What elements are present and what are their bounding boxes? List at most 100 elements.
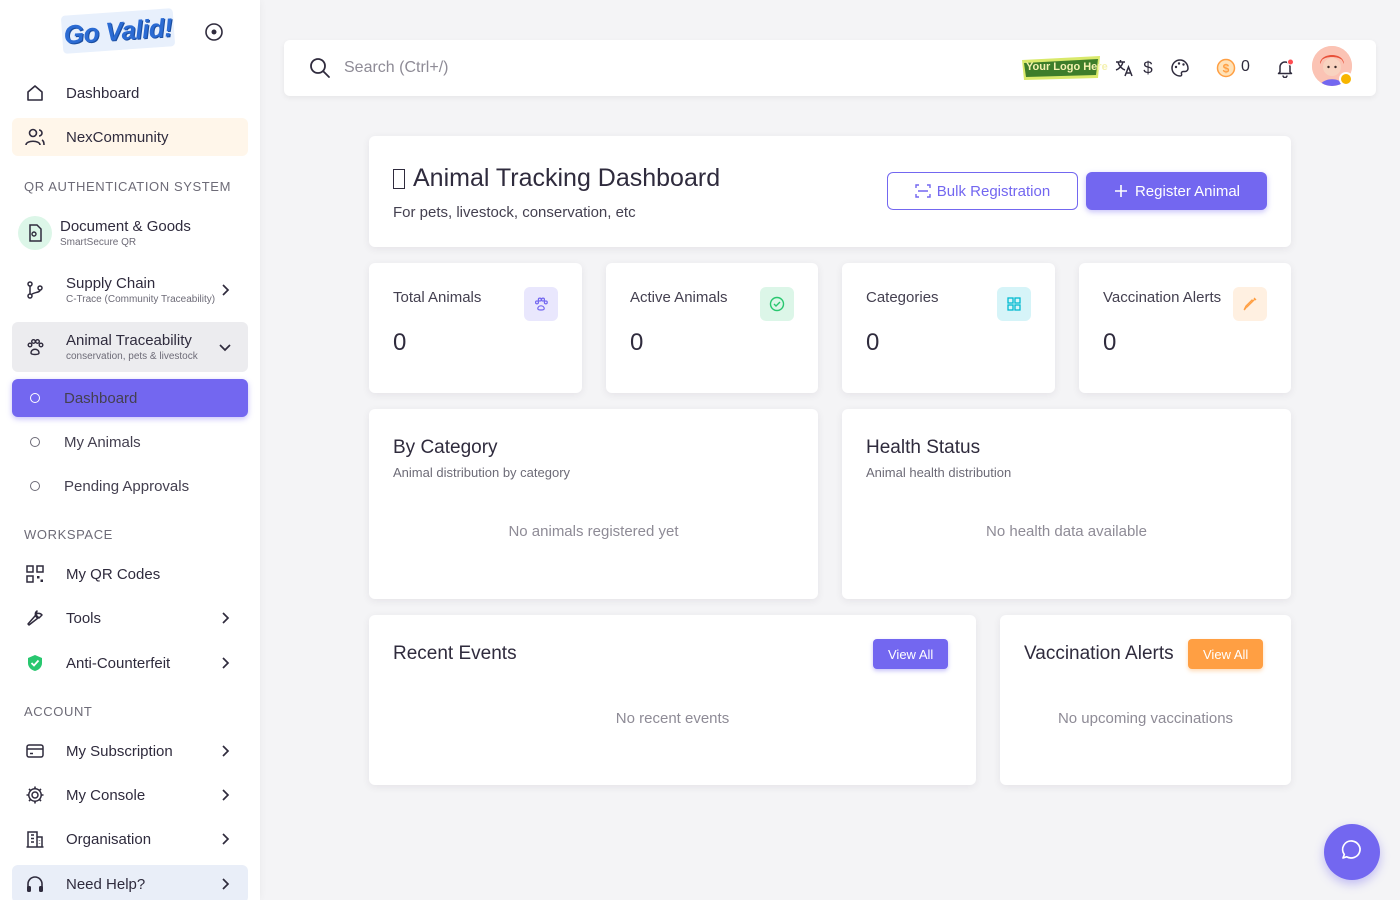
sidebar-item-tools[interactable]: Tools [12, 599, 248, 637]
sidebar-item-label: Need Help? [66, 875, 146, 893]
coin-count: 0 [1241, 58, 1250, 75]
credit-card-icon [24, 740, 46, 762]
document-icon [18, 216, 52, 250]
section-title-account: ACCOUNT [24, 704, 93, 719]
stat-card-categories: Categories 0 [842, 263, 1055, 393]
search-input[interactable] [344, 55, 844, 81]
stat-card-total-animals: Total Animals 0 [369, 263, 582, 393]
page-title-text: Animal Tracking Dashboard [413, 164, 721, 192]
sidebar-item-my-subscription[interactable]: My Subscription [12, 732, 248, 770]
panel-subtitle: Animal health distribution [866, 465, 1012, 480]
sidebar-item-label: Dashboard [66, 84, 140, 102]
brand-logo[interactable]: Go Valid! [60, 8, 176, 54]
sidebar-item-label: NexCommunity [66, 128, 169, 146]
empty-state: No animals registered yet [508, 523, 679, 540]
panel-subtitle: Animal distribution by category [393, 465, 571, 480]
sidebar-item-label: Pending Approvals [64, 477, 190, 495]
page-subtitle: For pets, livestock, conservation, etc [393, 204, 636, 221]
sidebar-subitem-dashboard[interactable]: Dashboard [12, 379, 248, 417]
sidebar-item-label: Anti-Counterfeit [66, 654, 171, 672]
sidebar-item-label: My Subscription [66, 742, 173, 760]
stat-value: 0 [630, 329, 644, 356]
missing-glyph-icon [393, 168, 405, 189]
sidebar-toggle-icon[interactable] [204, 22, 224, 42]
sidebar-item-my-qr-codes[interactable]: My QR Codes [12, 555, 248, 593]
sidebar: Go Valid! Dashboard NexCommunity QR AUTH… [0, 0, 260, 900]
sidebar-item-label: Tools [66, 609, 102, 627]
health-status-card: Health Status Animal health distribution… [842, 409, 1291, 599]
chat-button[interactable] [1324, 824, 1380, 880]
empty-state: No recent events [615, 710, 730, 727]
stat-label: Categories [866, 289, 939, 306]
chevron-right-icon [218, 788, 232, 802]
sidebar-subitem-my-animals[interactable]: My Animals [12, 423, 248, 461]
brand-name: Go Valid! [60, 8, 176, 54]
panel-title: Health Status [866, 437, 981, 458]
empty-state: No upcoming vaccinations [1057, 710, 1234, 727]
check-circle-icon [760, 287, 794, 321]
chevron-right-icon [218, 744, 232, 758]
verified-badge-icon [1339, 72, 1353, 86]
stat-value: 0 [393, 329, 407, 356]
sidebar-item-label: My Console [66, 786, 146, 804]
bulk-registration-label: Bulk Registration [936, 182, 1051, 200]
home-icon [24, 82, 46, 104]
sidebar-item-nexcommunity[interactable]: NexCommunity [12, 118, 248, 156]
sidebar-item-dashboard[interactable]: Dashboard [12, 74, 248, 112]
section-title-workspace: WORKSPACE [24, 527, 113, 542]
plus-icon [1113, 183, 1129, 199]
sidebar-item-need-help[interactable]: Need Help? [12, 865, 248, 900]
building-icon [24, 828, 46, 850]
sidebar-item-organisation[interactable]: Organisation [12, 820, 248, 858]
chat-bubble-icon [1340, 838, 1364, 867]
chevron-right-icon [218, 832, 232, 846]
translate-icon[interactable] [1112, 56, 1136, 80]
headphones-icon [24, 873, 46, 895]
stat-value: 0 [1103, 329, 1117, 356]
sidebar-subitem-pending-approvals[interactable]: Pending Approvals [12, 467, 248, 505]
sidebar-item-label: Document & Goods [60, 217, 191, 235]
circle-icon [30, 481, 40, 491]
chevron-right-icon [218, 877, 232, 891]
gear-icon [24, 784, 46, 806]
register-animal-button[interactable]: Register Animal [1086, 172, 1267, 210]
vaccination-alerts-card: Vaccination Alerts View All No upcoming … [1000, 615, 1291, 785]
sidebar-item-anti-counterfeit[interactable]: Anti-Counterfeit [12, 644, 248, 682]
palette-icon[interactable] [1168, 56, 1192, 80]
sidebar-item-label: Animal Traceability [66, 331, 192, 349]
register-animal-label: Register Animal [1134, 182, 1241, 200]
sidebar-item-animal-traceability[interactable]: Animal Traceability conservation, pets & … [12, 322, 248, 372]
section-title-qr: QR AUTHENTICATION SYSTEM [24, 179, 232, 194]
circle-icon [30, 437, 40, 447]
your-logo-text: Your Logo Here [1026, 61, 1108, 73]
grid-icon [997, 287, 1031, 321]
topbar: Your Logo Here $ $ 0 [284, 40, 1376, 96]
sidebar-item-supply-chain[interactable]: Supply Chain C-Trace (Community Traceabil… [12, 265, 248, 315]
sidebar-item-document-goods[interactable]: Document & Goods SmartSecure QR [12, 208, 248, 258]
panel-title: Recent Events [393, 643, 517, 664]
syringe-icon [1233, 287, 1267, 321]
wrench-icon [24, 607, 46, 629]
sidebar-item-my-console[interactable]: My Console [12, 776, 248, 814]
panel-title: By Category [393, 437, 498, 458]
hero-card: Animal Tracking Dashboard For pets, live… [369, 136, 1291, 247]
chevron-right-icon [218, 611, 232, 625]
sidebar-item-label: My Animals [64, 433, 141, 451]
recent-events-card: Recent Events View All No recent events [369, 615, 976, 785]
paw-icon [524, 287, 558, 321]
your-logo-badge: Your Logo Here [1020, 54, 1108, 82]
chevron-right-icon [218, 283, 232, 297]
currency-button[interactable]: $ [1136, 56, 1160, 80]
view-all-events-button[interactable]: View All [873, 639, 949, 669]
view-all-vaccinations-button[interactable]: View All [1188, 639, 1264, 669]
empty-state: No health data available [986, 523, 1147, 540]
page-title: Animal Tracking Dashboard [393, 164, 720, 193]
users-icon [24, 126, 46, 148]
bulk-registration-button[interactable]: Bulk Registration [887, 172, 1078, 210]
coin-icon[interactable]: $ [1214, 56, 1238, 80]
search-icon[interactable] [308, 56, 332, 80]
chevron-down-icon [218, 340, 232, 354]
bell-icon[interactable] [1273, 56, 1297, 80]
shield-check-icon [24, 652, 46, 674]
stat-label: Vaccination Alerts [1103, 289, 1222, 306]
